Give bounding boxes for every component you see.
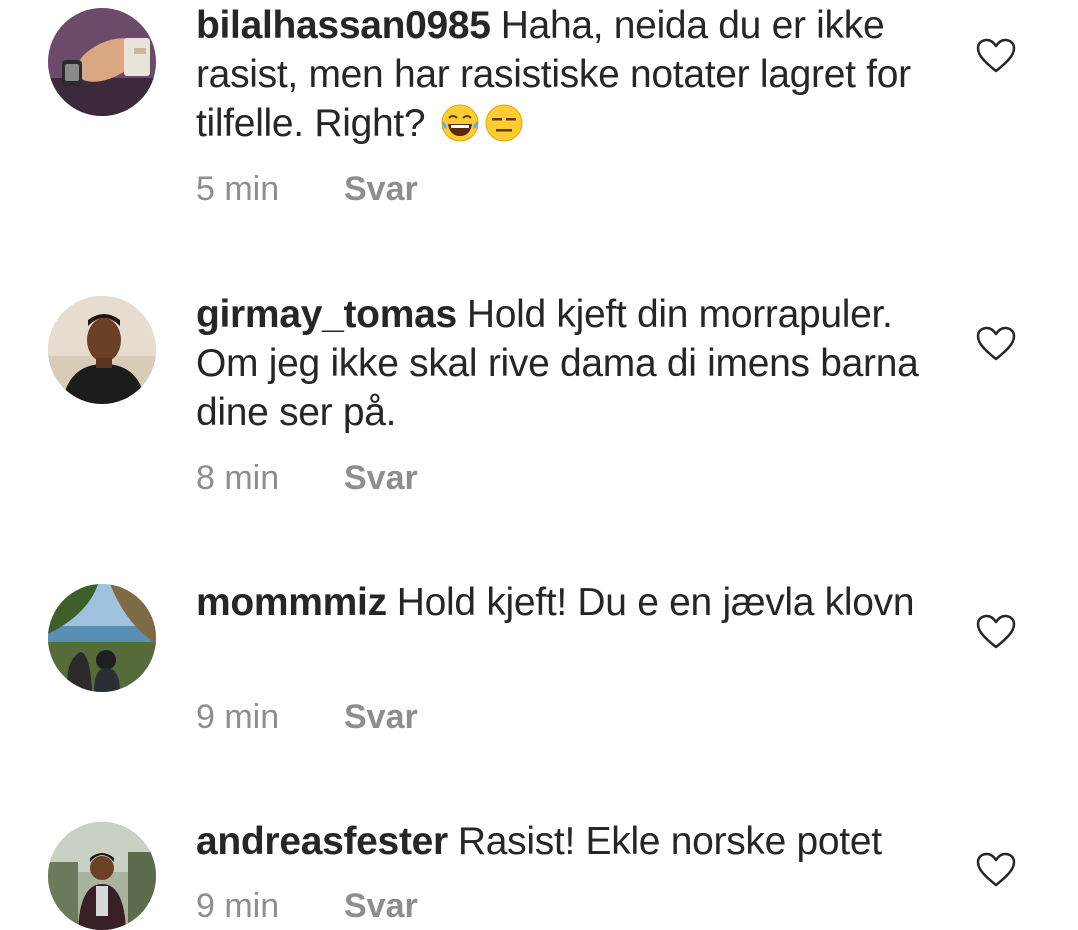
reply-button[interactable]: Svar [344,459,418,497]
like-button[interactable] [976,614,1016,650]
avatar[interactable] [48,584,156,692]
avatar[interactable] [48,8,156,116]
heart-outline-icon [976,614,1016,649]
heart-outline-icon [976,852,1016,887]
like-button[interactable] [976,38,1016,74]
like-button[interactable] [976,852,1016,888]
comment-timestamp: 5 min [196,170,280,208]
reply-button[interactable]: Svar [344,698,418,736]
heart-outline-icon [976,326,1016,361]
comment-username[interactable]: andreasfester [196,820,448,863]
expressionless-face-emoji-icon [485,104,523,142]
comment-text: Rasist! Ekle norske potet [457,820,882,863]
comment-timestamp: 9 min [196,887,280,925]
comment-text: Hold kjeft! Du e en jævla klovn [396,581,915,624]
comment-username[interactable]: bilalhassan0985 [196,4,491,47]
reply-button[interactable]: Svar [344,170,418,208]
avatar[interactable] [48,822,156,930]
comment-timestamp: 9 min [196,698,280,736]
avatar[interactable] [48,296,156,404]
like-button[interactable] [976,326,1016,362]
reply-button[interactable]: Svar [344,887,418,925]
heart-outline-icon [976,38,1016,73]
tears-of-joy-emoji-icon [441,104,479,142]
comment-username[interactable]: mommmiz [196,581,387,624]
comment-timestamp: 8 min [196,459,280,497]
comment-username[interactable]: girmay_tomas [196,293,457,336]
